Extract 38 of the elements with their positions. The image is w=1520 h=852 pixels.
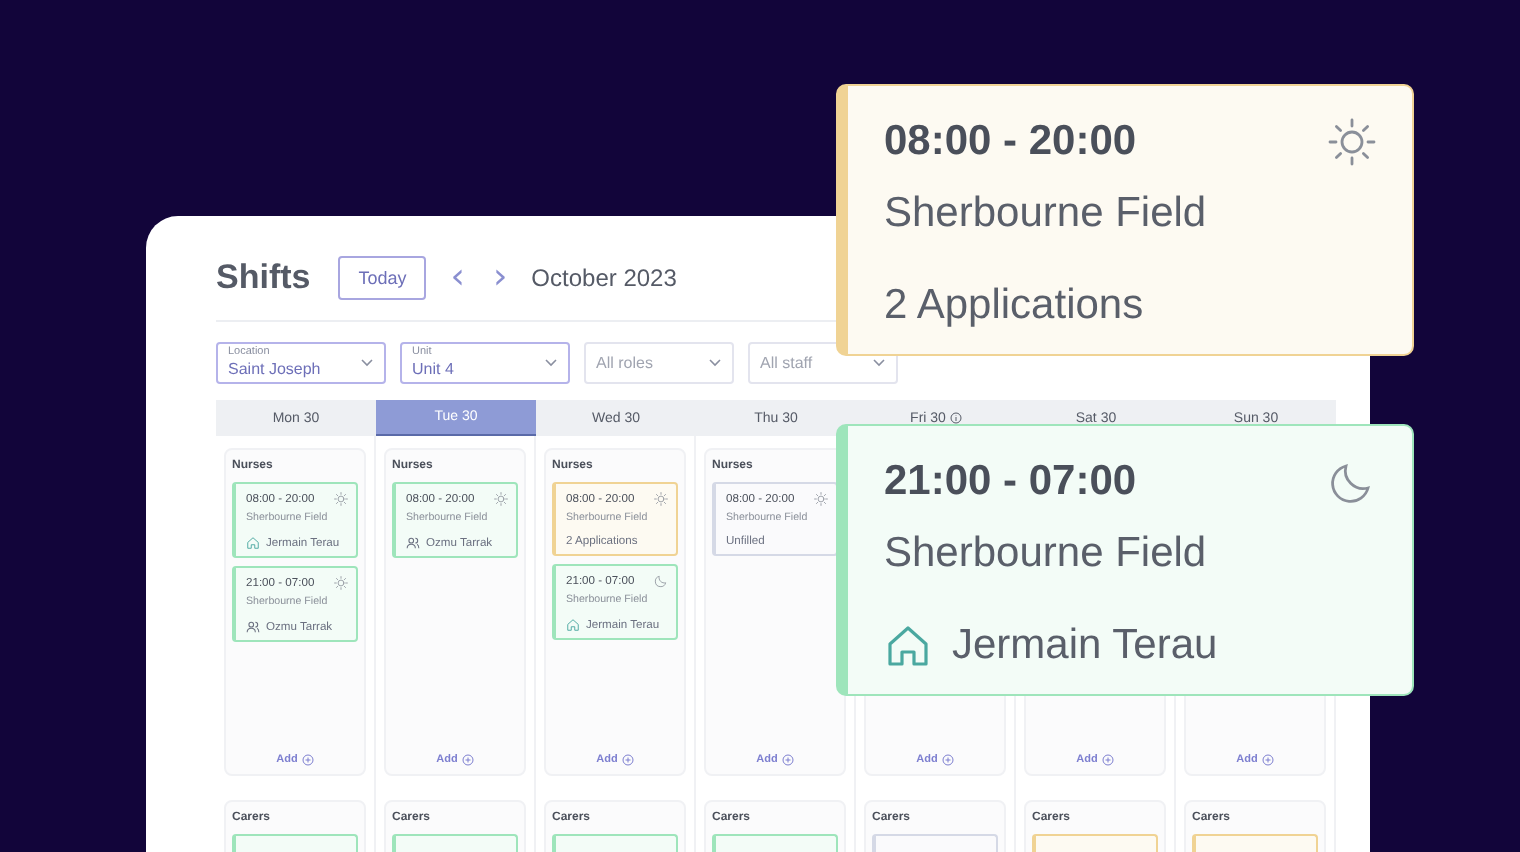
shift-tooltip[interactable]: 08:00 - 20:00 Sherbourne Field 2 Applications bbox=[836, 84, 1414, 356]
chevron-icon bbox=[708, 358, 722, 368]
shift-card[interactable] bbox=[872, 834, 998, 852]
house-icon bbox=[884, 622, 932, 670]
chevron-icon bbox=[544, 358, 558, 368]
shift-card[interactable] bbox=[392, 834, 518, 852]
shift-assignee: 2 Applications bbox=[884, 282, 1144, 330]
shift-time: 08:00 - 20:00 bbox=[884, 118, 1137, 166]
previous-button[interactable]: ‹ bbox=[446, 260, 469, 296]
info-icon bbox=[949, 412, 962, 424]
plus-icon bbox=[941, 754, 954, 766]
month-label: October 2023 bbox=[531, 264, 677, 292]
today-button[interactable]: Today bbox=[338, 256, 427, 300]
plus-icon bbox=[621, 754, 634, 766]
shift-card[interactable] bbox=[712, 834, 838, 852]
shift-location: Sherbourne Field bbox=[884, 530, 1209, 578]
shift-card[interactable] bbox=[1192, 834, 1318, 852]
shift-assignee: Jermain Terau bbox=[952, 622, 1218, 670]
page-title: Shifts bbox=[216, 258, 311, 298]
shift-time: 21:00 - 07:00 bbox=[884, 458, 1137, 506]
house-icon bbox=[246, 536, 260, 550]
shift-card[interactable] bbox=[552, 834, 678, 852]
chevron-icon bbox=[360, 358, 374, 368]
plus-icon bbox=[1261, 754, 1274, 766]
house-icon bbox=[566, 618, 580, 632]
plus-icon bbox=[301, 754, 314, 766]
shift-tooltip[interactable]: 21:00 - 07:00 Sherbourne Field Jermain Terau bbox=[836, 424, 1414, 696]
plus-icon bbox=[461, 754, 474, 766]
shift-location: Sherbourne Field bbox=[884, 190, 1209, 238]
shift-card[interactable] bbox=[1032, 834, 1158, 852]
next-button[interactable]: › bbox=[488, 260, 512, 296]
chevron-icon bbox=[872, 358, 886, 368]
people-icon bbox=[246, 620, 260, 634]
plus-icon bbox=[781, 754, 794, 766]
people-icon bbox=[406, 536, 420, 550]
shift-card[interactable] bbox=[232, 834, 358, 852]
plus-icon bbox=[1101, 754, 1114, 766]
filter-dropdown[interactable]: All roles bbox=[584, 342, 734, 384]
